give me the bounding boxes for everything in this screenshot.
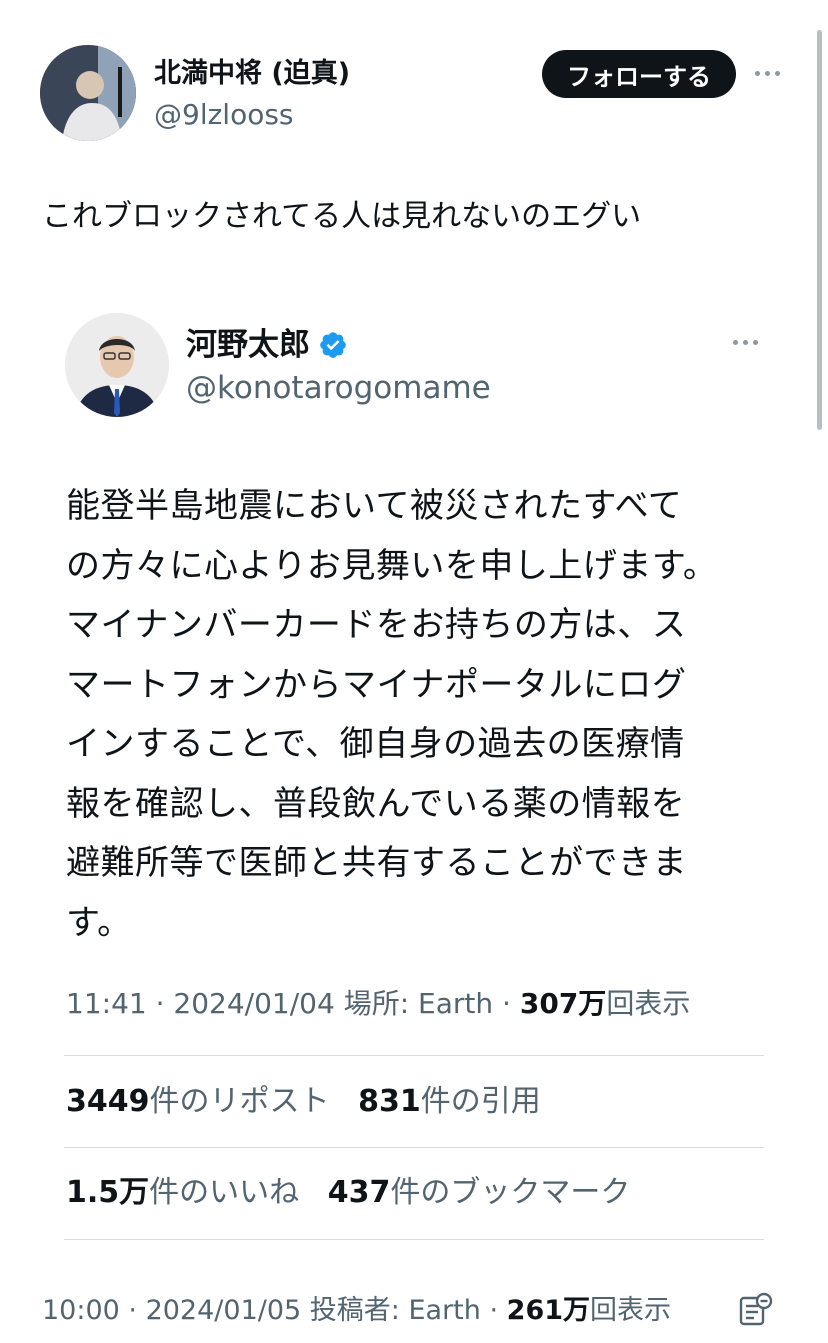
text-line: マートフォンからマイナポータルにログ xyxy=(66,664,687,705)
quoted-tweet-date[interactable]: 2024/01/04 xyxy=(173,987,334,1020)
author-handle[interactable]: @9lzlooss xyxy=(154,97,294,133)
quoted-author-display-name[interactable]: 河野太郎 xyxy=(186,325,310,365)
bookmarks-label: 件のブックマーク xyxy=(390,1175,631,1210)
likes-label: 件のいいね xyxy=(149,1175,300,1210)
tweet-views-label: 回表示 xyxy=(590,1295,672,1326)
quoted-tweet-text: 能登半島地震において被災されたすべて の方々に心よりお見舞いを申し上げます。 マ… xyxy=(66,477,756,953)
tweet-text: これブロックされてる人は見れないのエグい xyxy=(42,199,642,234)
quotes-stat[interactable]: 831件の引用 xyxy=(358,1084,541,1119)
verified-badge-icon xyxy=(320,332,346,358)
tweet-meta: 10:00 · 2024/01/05 投稿者: Earth · 261万回表示 xyxy=(42,1295,672,1326)
author-avatar[interactable] xyxy=(40,45,136,141)
analytics-icon[interactable] xyxy=(738,1292,774,1328)
quoted-more-options-icon[interactable] xyxy=(733,340,758,345)
text-line: 避難所等で医師と共有することができま xyxy=(66,843,687,883)
reposts-stat[interactable]: 3449件のリポスト xyxy=(66,1084,330,1119)
tweet-date[interactable]: 2024/01/05 xyxy=(146,1295,302,1326)
follow-button[interactable]: フォローする xyxy=(542,50,736,98)
divider xyxy=(64,1239,764,1240)
likes-count: 1.5万 xyxy=(66,1175,150,1210)
reposts-count: 3449 xyxy=(66,1084,150,1119)
engagement-row-2: 1.5万件のいいね 437件のブックマーク xyxy=(66,1173,630,1213)
text-line: 報を確認し、普段飲んでいる薬の情報を xyxy=(66,783,686,824)
quoted-tweet-views-label: 回表示 xyxy=(606,987,691,1020)
quoted-author-handle[interactable]: @konotarogomame xyxy=(186,368,491,408)
bookmarks-stat[interactable]: 437件のブックマーク xyxy=(328,1175,631,1210)
quoted-tweet-views-count: 307万 xyxy=(519,987,607,1020)
author-display-name[interactable]: 北満中将 (迫真) xyxy=(154,56,350,92)
text-line: の方々に心よりお見舞いを申し上げます。 xyxy=(66,545,718,586)
text-line: す。 xyxy=(66,902,132,943)
tweet-time[interactable]: 10:00 xyxy=(42,1295,120,1326)
quotes-label: 件の引用 xyxy=(420,1084,541,1119)
quoted-tweet-meta: 11:41 · 2024/01/04 場所: Earth · 307万回表示 xyxy=(66,987,691,1020)
more-options-icon[interactable] xyxy=(755,71,780,76)
scrollbar[interactable] xyxy=(817,30,822,430)
text-line: マイナンバーカードをお持ちの方は、ス xyxy=(66,605,687,645)
quoted-author-name-row[interactable]: 河野太郎 xyxy=(186,325,348,365)
reposts-label: 件のリポスト xyxy=(149,1084,330,1119)
tweet-views-count: 261万 xyxy=(506,1295,591,1326)
quoted-tweet-time[interactable]: 11:41 xyxy=(66,987,147,1020)
text-line: インすることで、御自身の過去の医療情 xyxy=(66,724,685,764)
text-line: 能登半島地震において被災されたすべて xyxy=(66,486,683,526)
likes-stat[interactable]: 1.5万件のいいね xyxy=(66,1175,299,1210)
divider xyxy=(64,1147,764,1148)
tweet-location: 投稿者: Earth xyxy=(309,1295,481,1326)
quoted-author-avatar[interactable] xyxy=(65,313,169,417)
quoted-tweet-location: 場所: Earth xyxy=(343,987,494,1020)
quotes-count: 831 xyxy=(358,1084,421,1119)
divider xyxy=(64,1055,764,1056)
bookmarks-count: 437 xyxy=(327,1175,391,1210)
engagement-row-1: 3449件のリポスト 831件の引用 xyxy=(66,1082,541,1122)
